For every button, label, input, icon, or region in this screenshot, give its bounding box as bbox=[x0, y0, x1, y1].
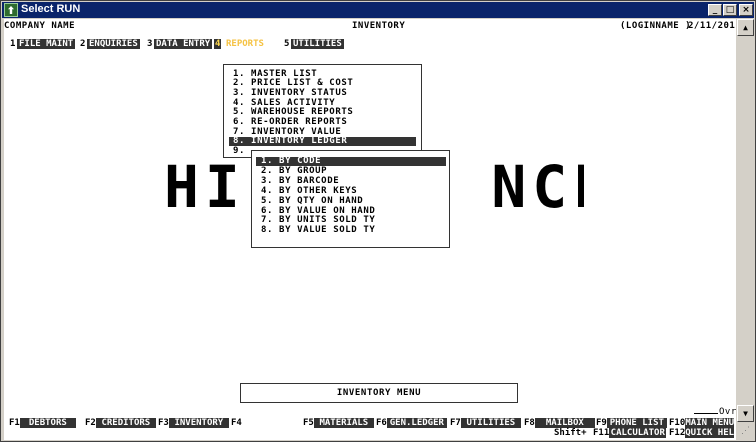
fkey-f5[interactable]: F5 MATERIALS bbox=[303, 418, 374, 428]
menu-num-3: 3 bbox=[147, 39, 153, 49]
fkey-f3-key: F3 bbox=[158, 418, 169, 428]
fkey-f11-key: F11 bbox=[593, 428, 610, 438]
ledger-item-5[interactable]: 5. BY QTY ON HAND bbox=[261, 197, 363, 206]
fkey-f12[interactable]: F12QUICK HELP bbox=[669, 428, 736, 438]
shift-label: Shift+ bbox=[554, 428, 587, 438]
reports-item-5[interactable]: 5. WAREHOUSE REPORTS bbox=[233, 108, 353, 117]
scroll-up-icon[interactable]: ▲ bbox=[737, 19, 754, 36]
company-name: COMPANY NAME bbox=[4, 21, 76, 31]
ledger-item-2[interactable]: 2. BY GROUP bbox=[261, 167, 327, 176]
fkey-f3[interactable]: F3 INVENTORY bbox=[158, 418, 229, 428]
ledger-item-8[interactable]: 8. BY VALUE SOLD TY bbox=[261, 226, 375, 235]
app-window: Select RUN _ □ × COMPANY NAME INVENTORY … bbox=[0, 0, 756, 442]
reports-item-6[interactable]: 6. RE-ORDER REPORTS bbox=[233, 118, 347, 127]
menu-num-4: 4 bbox=[214, 39, 222, 49]
menu-reports[interactable]: REPORTS bbox=[224, 39, 266, 49]
fkey-f8-key: F8 bbox=[524, 418, 535, 428]
fkey-f6-key: F6 bbox=[376, 418, 387, 428]
status-box: INVENTORY MENU bbox=[240, 383, 518, 403]
title-bar[interactable]: Select RUN _ □ × bbox=[2, 2, 754, 18]
fkey-f6[interactable]: F6 GEN.LEDGER bbox=[376, 418, 447, 428]
fkey-f4[interactable]: F4 bbox=[231, 418, 300, 428]
fkey-f9[interactable]: F9 PHONE LIST bbox=[596, 418, 667, 428]
fkey-f8[interactable]: F8 MAILBOX bbox=[524, 418, 595, 428]
menu-enquiries[interactable]: ENQUIRIES bbox=[87, 39, 140, 49]
reports-item-8[interactable]: 8. INVENTORY LEDGER bbox=[229, 137, 416, 146]
fkey-f7[interactable]: F7 UTILITIES bbox=[450, 418, 521, 428]
reports-item-3[interactable]: 3. INVENTORY STATUS bbox=[233, 89, 347, 98]
menu-num-1: 1 bbox=[10, 39, 16, 49]
fkey-f1-label: DEBTORS bbox=[19, 418, 76, 428]
fkey-f11-label: CALCULATOR bbox=[609, 428, 667, 438]
menu-num-2: 2 bbox=[80, 39, 86, 49]
ledger-submenu: 1. BY CODE 2. BY GROUP 3. BY BARCODE 4. … bbox=[251, 150, 450, 248]
fkey-f9-key: F9 bbox=[596, 418, 607, 428]
fkey-f9-label: PHONE LIST bbox=[606, 418, 667, 428]
fkey-f3-label: INVENTORY bbox=[168, 418, 229, 428]
fkey-f10[interactable]: F10MAIN MENU bbox=[669, 418, 735, 428]
fkey-f10-label: MAIN MENU bbox=[685, 418, 735, 428]
fkey-f7-label: UTILITIES bbox=[460, 418, 521, 428]
resize-grip-icon[interactable]: ⋰ bbox=[737, 423, 754, 440]
fkey-f1[interactable]: F1 DEBTORS bbox=[9, 418, 76, 428]
fkey-f10-key: F10 bbox=[669, 418, 686, 428]
fkey-f2[interactable]: F2 CREDITORS bbox=[85, 418, 156, 428]
ovr-indicator: Ovr bbox=[718, 407, 736, 417]
menu-file-maint[interactable]: FILE MAINT bbox=[17, 39, 76, 49]
menu-data-entry[interactable]: DATA ENTRY bbox=[154, 39, 213, 49]
fkey-f1-key: F1 bbox=[9, 418, 20, 428]
fkey-f7-key: F7 bbox=[450, 418, 461, 428]
module-title: INVENTORY bbox=[352, 21, 406, 31]
ledger-item-1[interactable]: 1. BY CODE bbox=[256, 157, 446, 166]
reports-item-9[interactable]: 9. bbox=[233, 147, 245, 156]
maximize-icon[interactable]: □ bbox=[723, 4, 737, 16]
fkey-f2-label: CREDITORS bbox=[95, 418, 156, 428]
reports-item-2[interactable]: 2. PRICE LIST & COST bbox=[233, 79, 353, 88]
status-text: INVENTORY MENU bbox=[336, 388, 422, 398]
fkey-f8-label: MAILBOX bbox=[534, 418, 595, 428]
fkey-f4-key: F4 bbox=[231, 418, 242, 428]
terminal-screen[interactable]: COMPANY NAME INVENTORY (LOGINNAME ) 2/11… bbox=[4, 19, 736, 440]
current-date: 2/11/2011 bbox=[688, 21, 736, 31]
close-icon[interactable]: × bbox=[739, 4, 753, 16]
fkey-f5-label: MATERIALS bbox=[313, 418, 374, 428]
fkey-f2-key: F2 bbox=[85, 418, 96, 428]
reports-menu: 1. MASTER LIST 2. PRICE LIST & COST 3. I… bbox=[223, 64, 422, 158]
app-icon[interactable] bbox=[4, 3, 18, 17]
minimize-icon[interactable]: _ bbox=[708, 4, 722, 16]
menu-num-5: 5 bbox=[284, 39, 290, 49]
fkey-f6-label: GEN.LEDGER bbox=[386, 418, 447, 428]
fkey-f11[interactable]: F11CALCULATOR bbox=[593, 428, 667, 438]
window-title: Select RUN bbox=[21, 3, 81, 15]
ledger-item-3[interactable]: 3. BY BARCODE bbox=[261, 177, 339, 186]
ledger-item-4[interactable]: 4. BY OTHER KEYS bbox=[261, 187, 357, 196]
fkey-f5-key: F5 bbox=[303, 418, 314, 428]
ledger-item-7[interactable]: 7. BY UNITS SOLD TY bbox=[261, 216, 375, 225]
login-name: (LOGINNAME ) bbox=[620, 21, 692, 31]
fkey-f12-key: F12 bbox=[669, 428, 686, 438]
fkey-f12-label: QUICK HELP bbox=[685, 428, 736, 438]
scroll-down-icon[interactable]: ▼ bbox=[737, 405, 754, 422]
menu-utilities[interactable]: UTILITIES bbox=[291, 39, 344, 49]
vertical-scrollbar[interactable]: ▲ ▼ bbox=[737, 19, 754, 440]
